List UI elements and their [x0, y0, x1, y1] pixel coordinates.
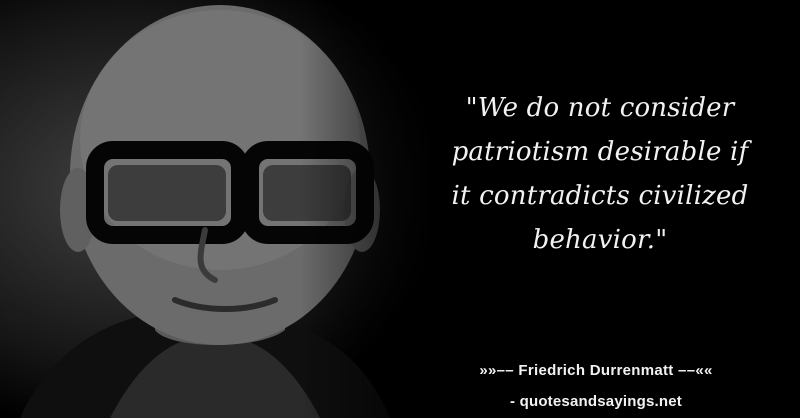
- portrait-illustration: [20, 5, 390, 418]
- author-portrait: [0, 0, 430, 418]
- quote-text: "We do not consider patriotism desirable…: [451, 93, 749, 255]
- quote-card: "We do not consider patriotism desirable…: [0, 0, 800, 418]
- source-attribution: - quotesandsayings.net: [510, 393, 682, 410]
- author-attribution: »»–– Friedrich Durrenmatt ––««: [479, 362, 713, 379]
